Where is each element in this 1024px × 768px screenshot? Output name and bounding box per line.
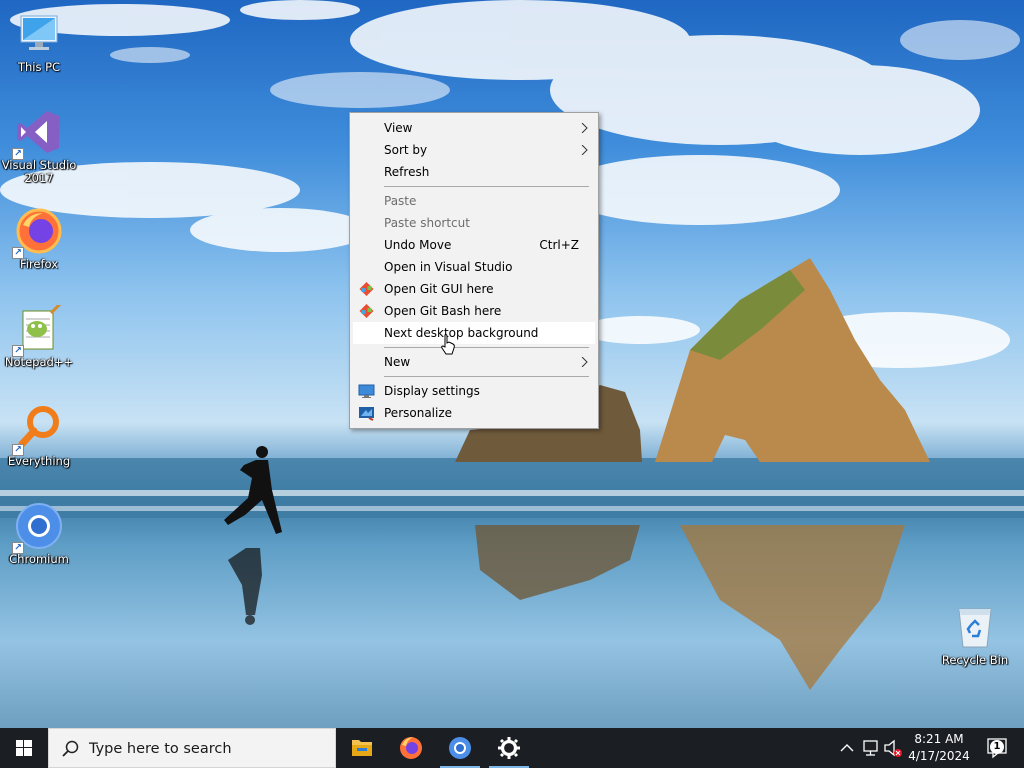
menu-item-label: Open Git Bash here	[384, 304, 502, 318]
menu-item-label: Next desktop background	[384, 326, 539, 340]
settings-icon	[498, 737, 520, 759]
menu-item-undo-move[interactable]: Undo Move Ctrl+Z	[350, 234, 598, 256]
desktop-icon-label: This PC	[17, 60, 61, 74]
shortcut-arrow-icon: ↗	[12, 148, 24, 160]
desktop-icon-notepadpp[interactable]: ↗ Notepad++	[0, 301, 78, 369]
desktop-icon-everything[interactable]: ↗ Everything	[0, 404, 78, 468]
menu-item-display-settings[interactable]: Display settings	[350, 380, 598, 402]
menu-item-label: Personalize	[384, 406, 453, 420]
desktop-context-menu: View Sort by Refresh Paste Paste shortcu…	[349, 112, 599, 429]
menu-item-shortcut: Ctrl+Z	[539, 238, 579, 252]
network-icon[interactable]	[861, 728, 881, 768]
chromium-icon	[449, 737, 471, 759]
desktop-icon-label: Visual Studio 2017	[1, 158, 77, 185]
menu-separator	[384, 376, 589, 377]
menu-item-label: Display settings	[384, 384, 480, 398]
desktop-icon-label: Everything	[7, 454, 71, 468]
menu-item-label: Undo Move	[384, 238, 452, 252]
action-center-button[interactable]: 1	[980, 728, 1016, 768]
shortcut-arrow-icon: ↗	[12, 345, 24, 357]
search-icon	[62, 740, 79, 757]
windows-logo-icon	[16, 740, 32, 756]
desktop-icon-chromium[interactable]: ↗ Chromium	[0, 502, 78, 566]
shortcut-arrow-icon: ↗	[12, 444, 24, 456]
menu-item-label: View	[384, 121, 413, 135]
menu-item-label: Paste shortcut	[384, 216, 470, 230]
firefox-icon	[400, 737, 422, 759]
taskbar-file-explorer[interactable]	[338, 728, 386, 768]
menu-separator	[384, 347, 589, 348]
chevron-up-icon[interactable]	[838, 728, 856, 768]
menu-item-open-git-bash[interactable]: Open Git Bash here	[350, 300, 598, 322]
git-icon	[359, 282, 374, 296]
menu-item-refresh[interactable]: Refresh	[350, 161, 598, 183]
desktop-icon-label: Notepad++	[4, 355, 74, 369]
taskbar-firefox[interactable]	[387, 728, 435, 768]
desktop-icon-recycle-bin[interactable]: Recycle Bin	[936, 603, 1014, 667]
chevron-right-icon	[581, 123, 588, 133]
menu-item-label: Open in Visual Studio	[384, 260, 513, 274]
shortcut-arrow-icon: ↗	[12, 542, 24, 554]
taskbar-chromium[interactable]	[436, 728, 484, 768]
menu-item-open-in-visual-studio[interactable]: Open in Visual Studio	[350, 256, 598, 278]
personalize-icon	[359, 407, 374, 421]
menu-item-next-desktop-background[interactable]: Next desktop background	[353, 322, 595, 344]
desktop-icon-label: Firefox	[19, 257, 59, 271]
mouse-cursor-icon	[441, 334, 455, 355]
menu-separator	[384, 186, 589, 187]
menu-item-new[interactable]: New	[350, 351, 598, 373]
menu-item-view[interactable]: View	[350, 117, 598, 139]
menu-item-personalize[interactable]: Personalize	[350, 402, 598, 424]
menu-item-sort-by[interactable]: Sort by	[350, 139, 598, 161]
taskbar-clock[interactable]: 8:21 AM 4/17/2024	[904, 731, 974, 765]
menu-item-paste-shortcut: Paste shortcut	[350, 212, 598, 234]
menu-item-paste: Paste	[350, 190, 598, 212]
clock-time: 8:21 AM	[914, 732, 964, 746]
menu-item-open-git-gui[interactable]: Open Git GUI here	[350, 278, 598, 300]
menu-item-label: Sort by	[384, 143, 428, 157]
notification-count-badge: 1	[990, 740, 1004, 754]
desktop-icon-label: Chromium	[9, 552, 69, 566]
desktop-icon-label: Recycle Bin	[941, 653, 1009, 667]
this-pc-icon	[20, 15, 58, 50]
clock-date: 4/17/2024	[908, 749, 970, 763]
start-button[interactable]	[0, 728, 48, 768]
chevron-right-icon	[581, 357, 588, 367]
desktop-icon-firefox[interactable]: ↗ Firefox	[0, 207, 78, 271]
git-icon	[359, 304, 374, 318]
recycle-bin-icon	[958, 608, 992, 648]
menu-item-label: Refresh	[384, 165, 430, 179]
desktop-icon-visual-studio[interactable]: ↗ Visual Studio 2017	[0, 108, 78, 185]
taskbar-settings[interactable]	[485, 728, 533, 768]
shortcut-arrow-icon: ↗	[12, 247, 24, 259]
taskbar: Type here to search 8:21 AM 4/17/2024 1	[0, 728, 1024, 768]
display-icon	[358, 384, 375, 398]
taskbar-search-box[interactable]: Type here to search	[48, 728, 336, 768]
volume-muted-icon[interactable]	[883, 728, 903, 768]
chevron-right-icon	[581, 145, 588, 155]
file-explorer-icon	[352, 740, 372, 756]
menu-item-label: New	[384, 355, 411, 369]
menu-item-label: Paste	[384, 194, 417, 208]
menu-item-label: Open Git GUI here	[384, 282, 494, 296]
search-placeholder: Type here to search	[89, 741, 232, 757]
desktop-icon-this-pc[interactable]: This PC	[0, 10, 78, 74]
